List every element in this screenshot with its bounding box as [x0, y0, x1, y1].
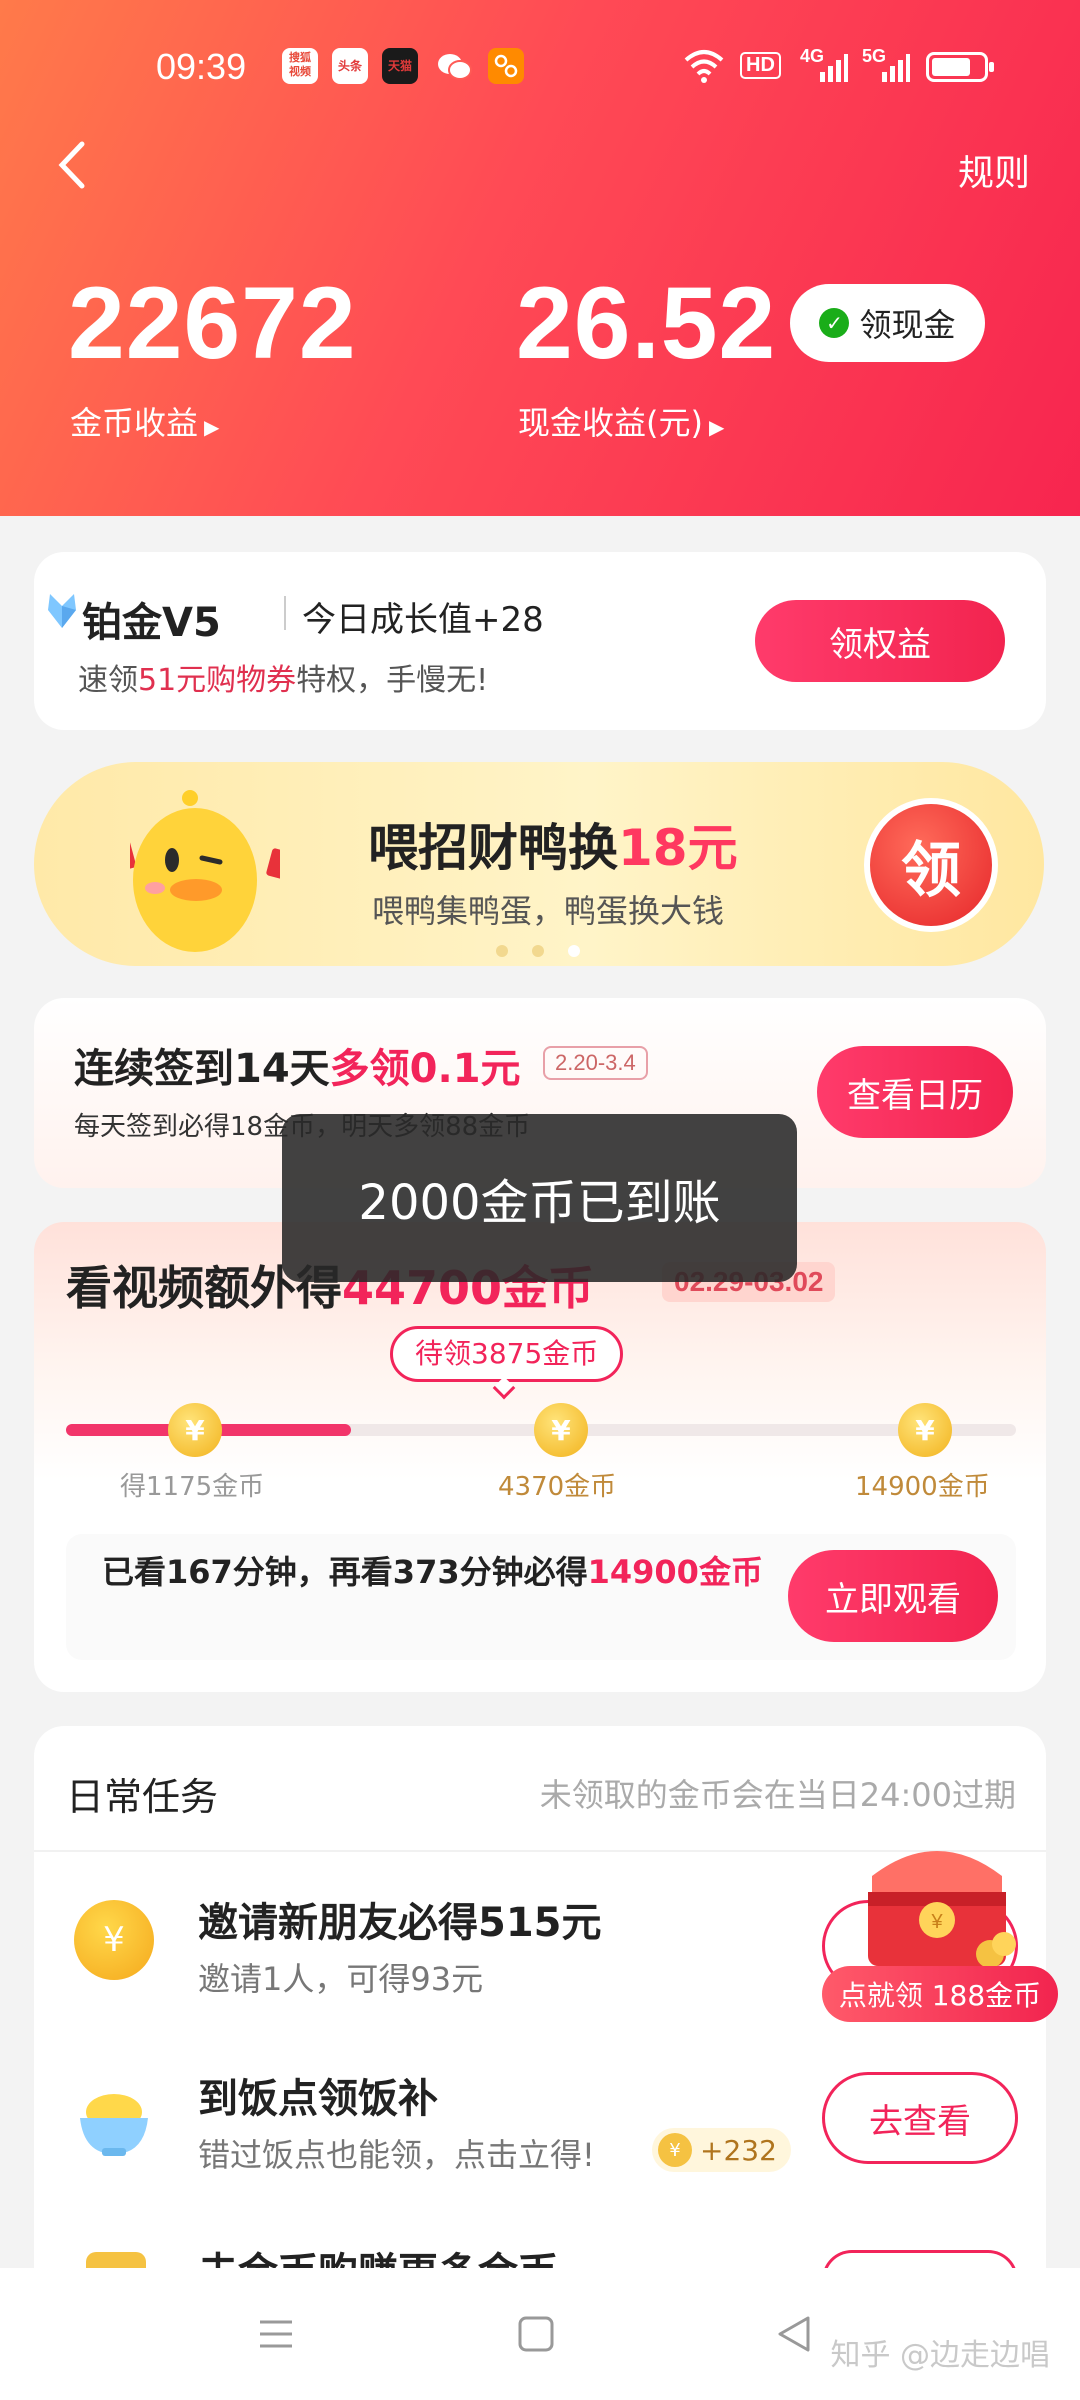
- app-icon-2: 头条: [332, 48, 368, 84]
- task-title: 到饭点领饭补: [198, 2076, 438, 2122]
- growth-value: 今日成长值+28: [302, 600, 544, 640]
- app-icon-3: 天猫: [382, 48, 418, 84]
- go-check-button[interactable]: 去查看: [822, 2072, 1018, 2164]
- coin-icon: ¥: [74, 1900, 154, 1980]
- treasure-chest-icon[interactable]: ¥: [852, 1836, 1022, 1976]
- view-calendar-button[interactable]: 查看日历: [817, 1046, 1013, 1138]
- watermark: 知乎 @边走边唱: [830, 2338, 1050, 2373]
- coins-label[interactable]: 金币收益 ▶: [70, 398, 219, 444]
- wechat-pay-icon: ✓: [819, 308, 850, 338]
- claim-benefits-button[interactable]: 领权益: [755, 600, 1005, 682]
- duck-subtitle: 喂鸭集鸭蛋，鸭蛋换大钱: [372, 892, 725, 930]
- app-icon-5: [488, 48, 524, 84]
- milestone-label: 14900金币: [855, 1472, 990, 1502]
- daily-tasks-note: 未领取的金币会在当日24:00过期: [539, 1776, 1016, 1814]
- back-nav-icon[interactable]: [774, 2314, 814, 2358]
- claim-duck-button[interactable]: 领: [864, 798, 998, 932]
- rules-link[interactable]: 规则: [958, 144, 1030, 196]
- coin-icon: ¥: [658, 2133, 692, 2167]
- coins-value: 22672: [68, 266, 357, 380]
- carousel-dot: [496, 945, 508, 957]
- wechat-icon: [436, 52, 472, 86]
- app-icon-1: 搜狐 视频: [282, 48, 318, 84]
- pending-coins-bubble: 待领3875金币: [390, 1326, 624, 1382]
- battery-icon: [926, 52, 994, 82]
- caret-right-icon: ▶: [708, 415, 725, 439]
- cash-label[interactable]: 现金收益(元) ▶: [518, 398, 724, 444]
- carousel-dot-active: [568, 945, 580, 957]
- back-button[interactable]: [52, 140, 92, 190]
- task-title: 邀请新朋友必得515元: [198, 1900, 602, 1946]
- reward-chip: ¥ +232: [652, 2128, 791, 2172]
- signal-icon-2: [880, 52, 910, 86]
- coin-icon: ¥: [168, 1403, 222, 1457]
- carousel-dot: [532, 945, 544, 957]
- cash-value: 26.52: [516, 266, 777, 380]
- daily-tasks-title: 日常任务: [66, 1775, 219, 1819]
- coin-icon: ¥: [534, 1403, 588, 1457]
- task-subtitle: 错过饭点也能领，点击立得!: [198, 2136, 595, 2174]
- platinum-desc: 速领51元购物券特权，手慢无!: [78, 663, 489, 698]
- status-bar: 09:39 搜狐 视频 头条 天猫 HD 4G 5G: [0, 40, 1080, 100]
- signal-icon: [818, 52, 848, 86]
- watch-now-button[interactable]: 立即观看: [788, 1550, 998, 1642]
- milestone-label: 得1175金币: [120, 1472, 265, 1502]
- platinum-icon: [44, 590, 80, 632]
- chest-reward-badge[interactable]: 点就领 188金币: [822, 1966, 1058, 2022]
- hd-badge: HD: [740, 52, 781, 79]
- withdraw-cash-button[interactable]: ✓ 领现金: [790, 284, 985, 362]
- caret-right-icon: ▶: [204, 415, 220, 439]
- divider: [284, 596, 286, 630]
- task-title: 去金币购赚更多金币: [198, 2240, 558, 2268]
- coin-icon: ¥: [898, 1403, 952, 1457]
- menu-icon[interactable]: [256, 2314, 296, 2358]
- signin-date-badge: 2.20-3.4: [543, 1046, 648, 1080]
- wifi-icon: [682, 48, 726, 88]
- carousel-indicator: [496, 942, 604, 961]
- milestone-label: 4370金币: [498, 1472, 617, 1502]
- platinum-level: 铂金V5: [82, 600, 221, 646]
- duck-title: 喂招财鸭换18元: [368, 819, 738, 877]
- duck-mascot-icon: [108, 790, 294, 960]
- signin-title: 连续签到14天多领0.1元: [74, 1046, 521, 1092]
- rice-bowl-icon: [74, 2082, 154, 2162]
- task-subtitle: 邀请1人，可得93元: [198, 1960, 484, 1998]
- toast-message: 2000金币已到账: [282, 1114, 797, 1282]
- svg-text:¥: ¥: [930, 1911, 943, 1933]
- status-time: 09:39: [156, 46, 247, 87]
- watch-progress-text: 已看167分钟，再看373分钟必得14900金币: [102, 1553, 763, 1591]
- home-icon[interactable]: [516, 2314, 556, 2358]
- chevron-left-icon: [58, 141, 85, 189]
